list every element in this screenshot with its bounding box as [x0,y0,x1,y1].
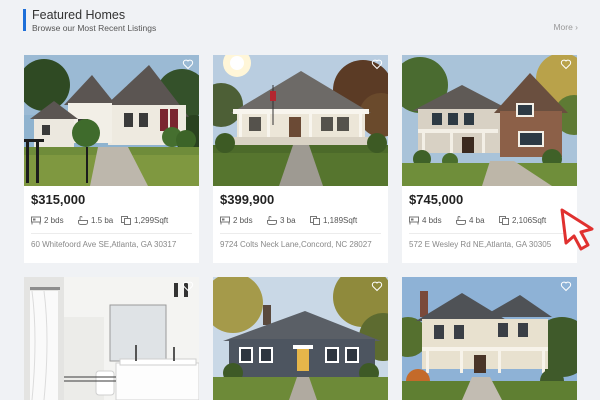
section-header: Featured Homes Browse our Most Recent Li… [23,8,578,34]
listing-address[interactable]: 60 Whitefoord Ave SE,Atlanta, GA 30317 [31,240,176,249]
listing-card[interactable]: $745,000 4 bds 4 ba 2,106Sqft 572 E Wesl… [402,55,577,263]
listing-photo[interactable] [24,277,199,400]
listing-price: $315,000 [31,192,86,207]
listing-card[interactable] [24,277,199,400]
heart-icon[interactable] [182,280,194,292]
beds-count: 4 bds [422,216,442,225]
bath-icon [78,216,88,225]
heart-icon[interactable] [371,58,383,70]
bath-icon [456,216,466,225]
baths-count: 3 ba [280,216,296,225]
bed-icon [31,216,41,225]
listing-card[interactable] [402,277,577,400]
listing-card[interactable] [213,277,388,400]
section-title: Featured Homes [32,8,126,22]
sqft-value: 2,106Sqft [512,216,547,225]
card-divider [220,233,381,234]
listing-photo[interactable] [24,55,199,186]
listing-price: $399,900 [220,192,275,207]
sqft-value: 1,189Sqft [323,216,358,225]
bath-icon [267,216,277,225]
beds-count: 2 bds [44,216,64,225]
more-link[interactable]: More › [553,22,578,32]
area-icon [310,216,320,225]
beds-count: 2 bds [233,216,253,225]
baths-count: 4 ba [469,216,485,225]
bed-icon [220,216,230,225]
listing-photo[interactable] [402,277,577,400]
heart-icon[interactable] [371,280,383,292]
section-subtitle: Browse our Most Recent Listings [32,23,157,33]
heart-icon[interactable] [560,280,572,292]
sqft-value: 1,299Sqft [134,216,169,225]
heart-icon[interactable] [182,58,194,70]
baths-count: 1.5 ba [91,216,114,225]
card-divider [31,233,192,234]
listing-card[interactable]: $399,900 2 bds 3 ba 1,189Sqft 9724 Colts… [213,55,388,263]
mouse-cursor-icon [560,208,594,251]
listing-photo[interactable] [213,277,388,400]
area-icon [121,216,131,225]
accent-bar [23,9,26,31]
listing-address[interactable]: 9724 Colts Neck Lane,Concord, NC 28027 [220,240,372,249]
listing-photo[interactable] [402,55,577,186]
card-divider [409,233,570,234]
area-icon [499,216,509,225]
listing-address[interactable]: 572 E Wesley Rd NE,Atlanta, GA 30305 [409,240,551,249]
bed-icon [409,216,419,225]
listing-price: $745,000 [409,192,464,207]
listing-photo[interactable] [213,55,388,186]
heart-icon[interactable] [560,58,572,70]
listing-card[interactable]: $315,000 2 bds 1.5 ba 1,299Sqft 60 White… [24,55,199,263]
